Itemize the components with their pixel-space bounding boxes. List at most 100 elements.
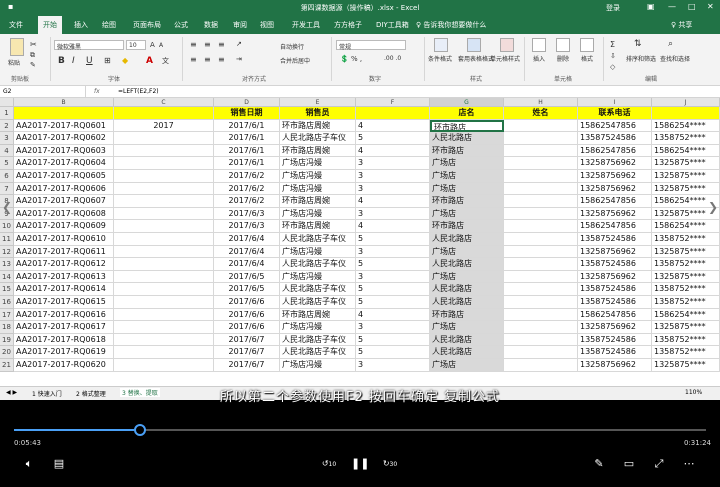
table-cell[interactable]: AA2017-2017-RQ0603: [14, 144, 114, 158]
delete-button[interactable]: 删除: [557, 54, 569, 63]
table-cell[interactable]: 1586254****: [652, 220, 720, 233]
row-header[interactable]: 1: [0, 107, 14, 120]
table-cell[interactable]: 1586254****: [652, 144, 720, 158]
captions-icon[interactable]: ▤: [50, 456, 68, 472]
column-header-C[interactable]: C: [114, 98, 214, 107]
table-cell[interactable]: 15862547856: [578, 144, 652, 158]
table-cell[interactable]: [504, 233, 578, 246]
align-center-icon[interactable]: ≡: [204, 55, 211, 64]
clear-icon[interactable]: ◇: [610, 63, 615, 71]
table-cell[interactable]: 1358752****: [652, 346, 720, 359]
table-cell[interactable]: 广场店: [430, 270, 504, 284]
table-cell[interactable]: 1586254****: [652, 308, 720, 322]
table-cell[interactable]: 2017/6/3: [214, 207, 280, 221]
table-cell[interactable]: 5: [356, 296, 430, 309]
table-cell[interactable]: 人民北路店: [430, 258, 504, 271]
underline-button[interactable]: U: [86, 56, 93, 66]
table-cell[interactable]: [114, 296, 214, 309]
align-top-icon[interactable]: ≡: [190, 40, 197, 49]
table-cell[interactable]: 环市路店: [430, 144, 504, 158]
table-cell[interactable]: [114, 157, 214, 170]
table-cell[interactable]: 广场店冯嫚: [280, 359, 356, 372]
table-cell[interactable]: AA2017-2017-RQ0608: [14, 207, 114, 221]
table-cell[interactable]: 1358752****: [652, 258, 720, 271]
table-cell[interactable]: 13587524586: [578, 258, 652, 271]
shrink-font-icon[interactable]: A: [159, 42, 163, 49]
edit-pen-icon[interactable]: ✎: [590, 456, 608, 472]
row-header[interactable]: 10: [0, 220, 14, 233]
font-color-icon[interactable]: A: [146, 56, 153, 66]
table-cell[interactable]: [504, 207, 578, 221]
cell-styles-icon[interactable]: [500, 38, 514, 52]
header-cell[interactable]: 姓名: [504, 107, 578, 120]
row-header[interactable]: 21: [0, 359, 14, 372]
table-cell[interactable]: 15862547856: [578, 195, 652, 208]
table-cell[interactable]: AA2017-2017-RQ0614: [14, 283, 114, 296]
table-cell[interactable]: 2017/6/4: [214, 245, 280, 259]
header-cell[interactable]: [14, 107, 114, 120]
column-header-H[interactable]: H: [504, 98, 578, 107]
cut-icon[interactable]: ✂: [30, 40, 37, 49]
table-cell[interactable]: 人民北路店子车仪: [280, 333, 356, 347]
minimize-icon[interactable]: —: [668, 2, 676, 11]
header-cell[interactable]: [652, 107, 720, 120]
table-cell[interactable]: 人民北路店子车仪: [280, 296, 356, 309]
table-cell[interactable]: 1325875****: [652, 270, 720, 284]
table-format-icon[interactable]: [467, 38, 481, 52]
table-cell[interactable]: 2017: [114, 119, 214, 133]
prev-arrow-icon[interactable]: ❮: [2, 200, 12, 214]
table-cell[interactable]: 环市路店周婉: [280, 308, 356, 322]
cell-styles-button[interactable]: 单元格样式: [490, 54, 520, 63]
indent-icon[interactable]: ⇥: [236, 55, 242, 63]
tab-data[interactable]: 数据: [204, 20, 218, 30]
table-cell[interactable]: 广场店: [430, 359, 504, 372]
table-cell[interactable]: 环市路店周婉: [280, 144, 356, 158]
row-header[interactable]: 3: [0, 132, 14, 145]
name-box[interactable]: G2: [0, 86, 86, 97]
header-cell[interactable]: 销售员: [280, 107, 356, 120]
table-cell[interactable]: 广场店: [430, 182, 504, 196]
table-cell[interactable]: 广场店冯嫚: [280, 207, 356, 221]
table-cell[interactable]: 人民北路店: [430, 283, 504, 296]
table-cell[interactable]: 13258756962: [578, 245, 652, 259]
select-all-corner[interactable]: [0, 98, 14, 107]
table-cell[interactable]: 15862547856: [578, 220, 652, 233]
column-header-G[interactable]: G: [430, 98, 504, 107]
formula-input[interactable]: =LEFT(E2,F2): [118, 88, 159, 95]
table-cell[interactable]: [114, 245, 214, 259]
fullscreen-icon[interactable]: ⤢: [650, 456, 668, 472]
table-cell[interactable]: 2017/6/6: [214, 296, 280, 309]
table-cell[interactable]: 广场店冯嫚: [280, 182, 356, 196]
column-header-D[interactable]: D: [214, 98, 280, 107]
table-cell[interactable]: [504, 258, 578, 271]
table-cell[interactable]: [504, 170, 578, 183]
row-header[interactable]: 14: [0, 270, 14, 284]
align-middle-icon[interactable]: ≡: [204, 40, 211, 49]
row-header[interactable]: 6: [0, 170, 14, 183]
table-cell[interactable]: 2017/6/1: [214, 144, 280, 158]
table-cell[interactable]: 13258756962: [578, 321, 652, 334]
table-cell[interactable]: 广场店冯嫚: [280, 170, 356, 183]
insert-function-button[interactable]: fx: [94, 88, 100, 95]
tab-developer[interactable]: 开发工具: [292, 20, 320, 30]
table-cell[interactable]: 广场店: [430, 321, 504, 334]
table-cell[interactable]: 3: [356, 245, 430, 259]
table-cell[interactable]: 13258756962: [578, 170, 652, 183]
save-icon[interactable]: ▪: [8, 2, 13, 11]
row-header[interactable]: 19: [0, 333, 14, 347]
table-cell[interactable]: 1586254****: [652, 119, 720, 133]
currency-icon[interactable]: 💲 % ,: [340, 55, 362, 63]
table-cell[interactable]: 1358752****: [652, 132, 720, 145]
tell-me-search[interactable]: ♀ 告诉我你想要做什么: [416, 20, 486, 30]
fill-icon[interactable]: ⇩: [610, 52, 616, 60]
table-cell[interactable]: AA2017-2017-RQ0618: [14, 333, 114, 347]
table-cell[interactable]: [114, 333, 214, 347]
table-cell[interactable]: 2017/6/7: [214, 346, 280, 359]
column-header-F[interactable]: F: [356, 98, 430, 107]
table-cell[interactable]: 1325875****: [652, 182, 720, 196]
table-cell[interactable]: AA2017-2017-RQ0602: [14, 132, 114, 145]
table-cell[interactable]: 1358752****: [652, 233, 720, 246]
table-cell[interactable]: 人民北路店子车仪: [280, 132, 356, 145]
next-arrow-icon[interactable]: ❯: [708, 200, 718, 214]
table-cell[interactable]: 5: [356, 132, 430, 145]
